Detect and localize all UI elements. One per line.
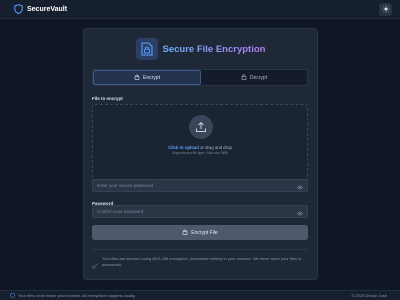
file-label: File to encrypt [92,96,123,101]
tab-decrypt-label: Decrypt [249,74,268,81]
footer: Your files never leave your browser. All… [0,290,400,300]
mode-tabs: Encrypt Decrypt [92,69,308,86]
theme-toggle-button[interactable] [379,0,392,18]
shield-icon [14,4,23,14]
brand[interactable]: SecureVault [14,4,67,14]
confirm-password-placeholder: Confirm your password [97,209,144,214]
file-dropzone[interactable]: Click to upload or drag and drop Support… [92,104,308,189]
sun-icon [381,0,390,18]
page-title: Secure File Encryption [162,43,266,55]
encryption-card: Secure File Encryption Encrypt Decrypt F… [83,28,318,280]
card-header: Secure File Encryption [84,38,317,60]
lock-icon [182,229,188,237]
notice-text: Your files are secured using AES-256 enc… [102,256,302,267]
tab-encrypt[interactable]: Encrypt [93,70,201,85]
security-notice: Your files are secured using AES-256 enc… [92,256,308,274]
key-icon [92,256,98,274]
footer-left: Your files never leave your browser. All… [10,292,136,299]
app-name: SecureVault [27,5,68,13]
dropzone-instruction: Click to upload or drag and drop [93,145,307,150]
divider [92,249,308,250]
lock-icon [134,74,140,82]
eye-icon[interactable] [297,177,303,195]
unlock-icon [241,74,247,82]
dropzone-hint: Supports any file type • Max size 5MB [172,151,228,155]
tab-encrypt-label: Encrypt [143,74,160,81]
tab-decrypt[interactable]: Decrypt [201,70,307,85]
shield-icon [10,292,15,299]
upload-icon [189,115,213,139]
confirm-password-input[interactable]: Confirm your password [92,205,308,218]
encrypt-file-button[interactable]: Encrypt File [92,225,308,240]
upload-link[interactable]: Click to upload [168,145,199,150]
file-lock-icon [135,38,158,60]
password-placeholder: Enter your secure password [97,183,154,188]
copyright: © 2025 Dhrum Josh [351,293,387,298]
top-bar: SecureVault [0,0,400,19]
dropzone-rest-text: or drag and drop [198,145,232,150]
encrypt-button-label: Encrypt File [191,229,218,236]
eye-icon[interactable] [297,203,303,221]
footer-privacy-text: Your files never leave your browser. All… [18,293,136,298]
password-input[interactable]: Enter your secure password [92,179,308,192]
